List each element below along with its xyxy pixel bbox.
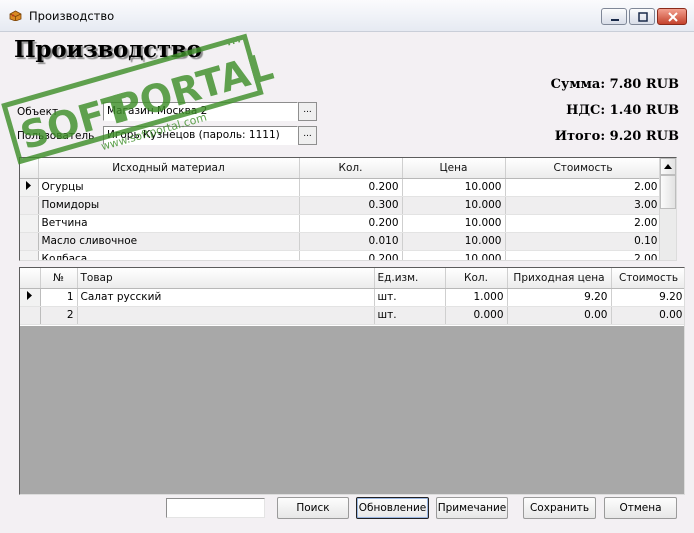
maximize-button[interactable] [629, 8, 655, 25]
product-name[interactable]: Салат русский [77, 288, 375, 307]
maximize-icon [638, 12, 648, 22]
materials-grid[interactable]: Исходный материал Кол. Цена Стоимость Ог… [19, 157, 677, 261]
table-row[interactable]: Колбаса 0.200 10.000 2.00 [20, 250, 662, 260]
minimize-icon [611, 19, 619, 21]
page-title: Производство [14, 36, 202, 63]
cancel-button[interactable]: Отмена [604, 497, 677, 519]
row-indicator [20, 214, 39, 233]
product-number: 2 [40, 306, 78, 325]
watermark-tm: TM [225, 35, 242, 49]
object-browse-button[interactable]: ... [298, 102, 317, 121]
window-titlebar[interactable]: Производство [0, 0, 694, 32]
column-header[interactable]: Стоимость [505, 158, 662, 179]
material-qty[interactable]: 0.010 [299, 232, 403, 251]
material-name: Помидоры [38, 196, 300, 215]
table-row[interactable]: Помидоры 0.300 10.000 3.00 [20, 196, 662, 215]
material-qty[interactable]: 0.200 [299, 178, 403, 197]
products-grid[interactable]: № Товар Ед.изм. Кол. Приходная цена Стои… [19, 267, 685, 495]
material-cost: 2.00 [505, 250, 662, 260]
material-price: 10.000 [402, 250, 506, 260]
product-cost: 0.00 [611, 306, 684, 325]
close-icon [668, 12, 678, 22]
minimize-button[interactable] [601, 8, 627, 25]
row-indicator [20, 232, 39, 251]
products-header-row: № Товар Ед.изм. Кол. Приходная цена Стои… [20, 268, 684, 289]
product-number: 1 [40, 288, 78, 307]
close-button[interactable] [657, 8, 687, 25]
scroll-thumb[interactable] [660, 175, 676, 209]
window-title: Производство [29, 9, 115, 23]
sum-total: Сумма: 7.80 RUB [550, 77, 679, 92]
column-header[interactable]: Кол. [445, 268, 508, 289]
product-price: 9.20 [507, 288, 612, 307]
row-indicator [20, 250, 39, 260]
column-header[interactable]: Товар [77, 268, 375, 289]
product-name[interactable] [77, 306, 375, 325]
user-label: Пользователь [17, 130, 95, 142]
grand-total: Итого: 9.20 RUB [554, 129, 679, 144]
table-row[interactable]: Огурцы 0.200 10.000 2.00 [20, 178, 662, 197]
arrow-up-icon [664, 164, 672, 169]
products-indicator-header [20, 268, 41, 289]
material-qty[interactable]: 0.300 [299, 196, 403, 215]
column-header[interactable]: Исходный материал [38, 158, 300, 179]
empty-grid-area [20, 326, 684, 494]
current-row-indicator-icon [20, 288, 41, 307]
material-price: 10.000 [402, 232, 506, 251]
column-header[interactable]: № [40, 268, 78, 289]
row-indicator [20, 196, 39, 215]
material-name: Огурцы [38, 178, 300, 197]
product-unit: шт. [374, 288, 446, 307]
object-label: Объект [17, 106, 59, 118]
materials-header-row: Исходный материал Кол. Цена Стоимость [20, 158, 662, 179]
material-cost: 3.00 [505, 196, 662, 215]
product-cost: 9.20 [611, 288, 684, 307]
materials-scrollbar[interactable] [659, 158, 676, 260]
column-header[interactable]: Цена [402, 158, 506, 179]
column-header[interactable]: Приходная цена [507, 268, 612, 289]
note-button[interactable]: Примечание [436, 497, 508, 519]
app-icon [9, 10, 22, 21]
row-indicator [20, 306, 41, 325]
material-cost: 0.10 [505, 232, 662, 251]
product-qty[interactable]: 0.000 [445, 306, 508, 325]
watermark-brand-left: SOFT [16, 85, 135, 158]
material-qty[interactable]: 0.200 [299, 250, 403, 260]
material-price: 10.000 [402, 196, 506, 215]
material-price: 10.000 [402, 214, 506, 233]
column-header[interactable]: Кол. [299, 158, 403, 179]
current-row-indicator-icon [20, 178, 39, 197]
save-button[interactable]: Сохранить [523, 497, 596, 519]
product-qty[interactable]: 1.000 [445, 288, 508, 307]
vat-total: НДС: 1.40 RUB [566, 103, 679, 118]
table-row[interactable]: Масло сливочное 0.010 10.000 0.10 [20, 232, 662, 251]
scroll-up-button[interactable] [660, 158, 676, 175]
materials-indicator-header [20, 158, 39, 179]
material-cost: 2.00 [505, 178, 662, 197]
material-cost: 2.00 [505, 214, 662, 233]
product-price: 0.00 [507, 306, 612, 325]
table-row[interactable]: 1 Салат русский шт. 1.000 9.20 9.20 [20, 288, 684, 307]
object-field[interactable]: Магазин Москва 2 [103, 102, 298, 121]
table-row[interactable]: Ветчина 0.200 10.000 2.00 [20, 214, 662, 233]
table-row[interactable]: 2 шт. 0.000 0.00 0.00 [20, 306, 684, 325]
column-header[interactable]: Ед.изм. [374, 268, 446, 289]
material-name: Колбаса [38, 250, 300, 260]
search-input[interactable] [166, 498, 265, 518]
material-name: Масло сливочное [38, 232, 300, 251]
material-qty[interactable]: 0.200 [299, 214, 403, 233]
user-field[interactable]: Игорь Кузнецов (пароль: 1111) [103, 126, 298, 145]
material-name: Ветчина [38, 214, 300, 233]
product-unit: шт. [374, 306, 446, 325]
search-button[interactable]: Поиск [277, 497, 349, 519]
refresh-button[interactable]: Обновление [356, 497, 429, 519]
column-header[interactable]: Стоимость [611, 268, 684, 289]
user-browse-button[interactable]: ... [298, 126, 317, 145]
material-price: 10.000 [402, 178, 506, 197]
